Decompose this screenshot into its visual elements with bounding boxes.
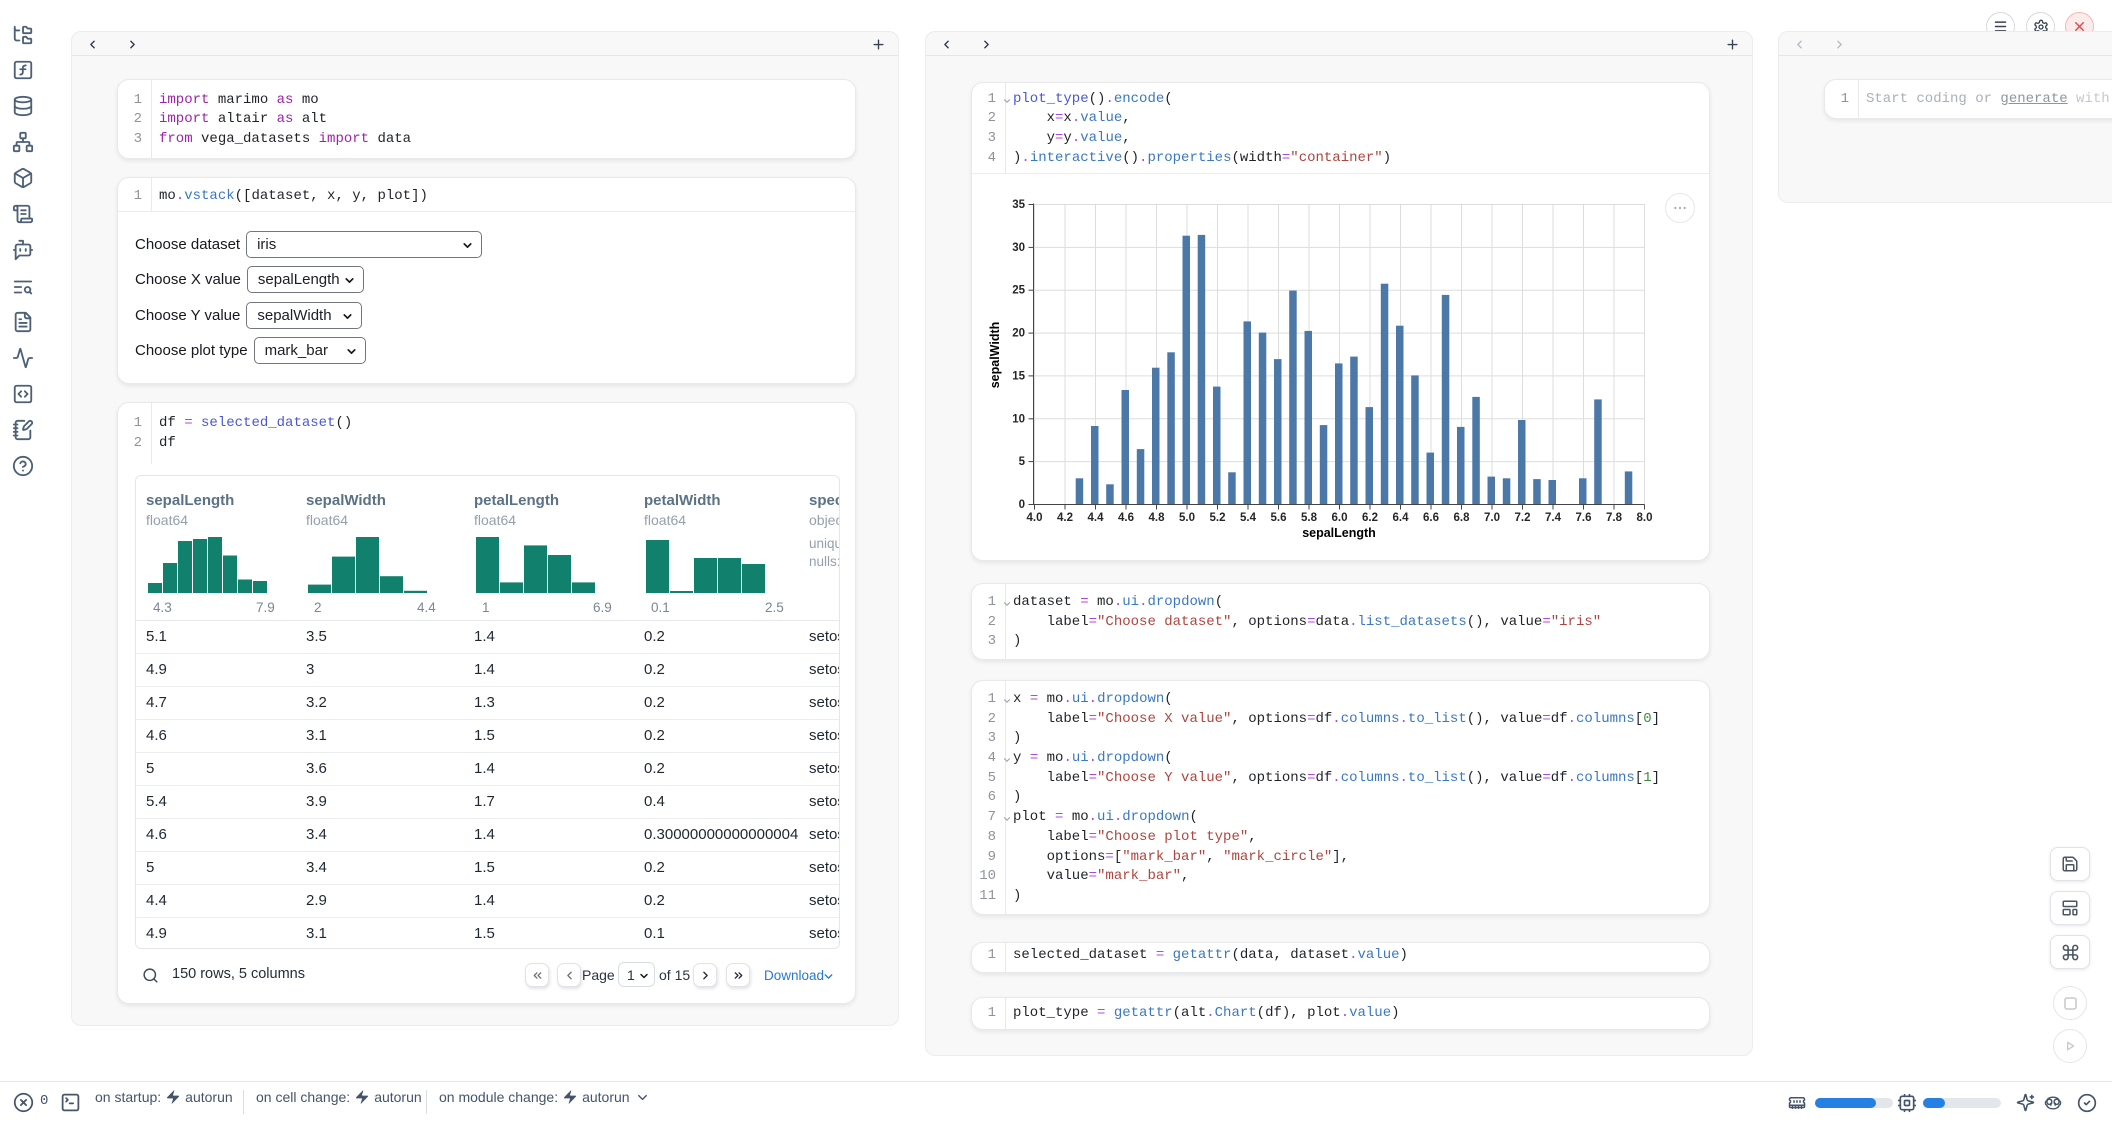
svg-text:10: 10	[1012, 413, 1025, 425]
svg-text:4.0: 4.0	[1027, 512, 1043, 524]
svg-text:sepalLength: sepalLength	[1302, 526, 1376, 540]
svg-text:20: 20	[1012, 328, 1025, 340]
svg-text:6.2: 6.2	[1362, 512, 1378, 524]
svg-text:6.8: 6.8	[1454, 512, 1471, 524]
svg-text:15: 15	[1012, 370, 1025, 382]
svg-text:7.0: 7.0	[1484, 512, 1500, 524]
svg-text:5.8: 5.8	[1301, 512, 1318, 524]
svg-text:5.0: 5.0	[1179, 512, 1195, 524]
svg-text:6.4: 6.4	[1393, 512, 1410, 524]
svg-text:5: 5	[1019, 456, 1026, 468]
svg-text:7.4: 7.4	[1545, 512, 1562, 524]
svg-text:4.6: 4.6	[1118, 512, 1134, 524]
svg-text:35: 35	[1012, 199, 1025, 211]
svg-text:8.0: 8.0	[1637, 512, 1653, 524]
svg-text:7.6: 7.6	[1576, 512, 1592, 524]
svg-text:5.2: 5.2	[1210, 512, 1226, 524]
svg-text:7.8: 7.8	[1606, 512, 1623, 524]
svg-text:6.6: 6.6	[1423, 512, 1439, 524]
svg-text:4.2: 4.2	[1057, 512, 1073, 524]
svg-text:sepalWidth: sepalWidth	[988, 322, 1002, 389]
svg-text:5.4: 5.4	[1240, 512, 1257, 524]
svg-text:4.8: 4.8	[1149, 512, 1166, 524]
svg-text:30: 30	[1012, 242, 1025, 254]
svg-text:0: 0	[1019, 499, 1025, 511]
svg-text:5.6: 5.6	[1271, 512, 1287, 524]
svg-text:4.4: 4.4	[1088, 512, 1105, 524]
svg-text:7.2: 7.2	[1515, 512, 1531, 524]
svg-text:25: 25	[1012, 285, 1025, 297]
svg-text:6.0: 6.0	[1332, 512, 1348, 524]
